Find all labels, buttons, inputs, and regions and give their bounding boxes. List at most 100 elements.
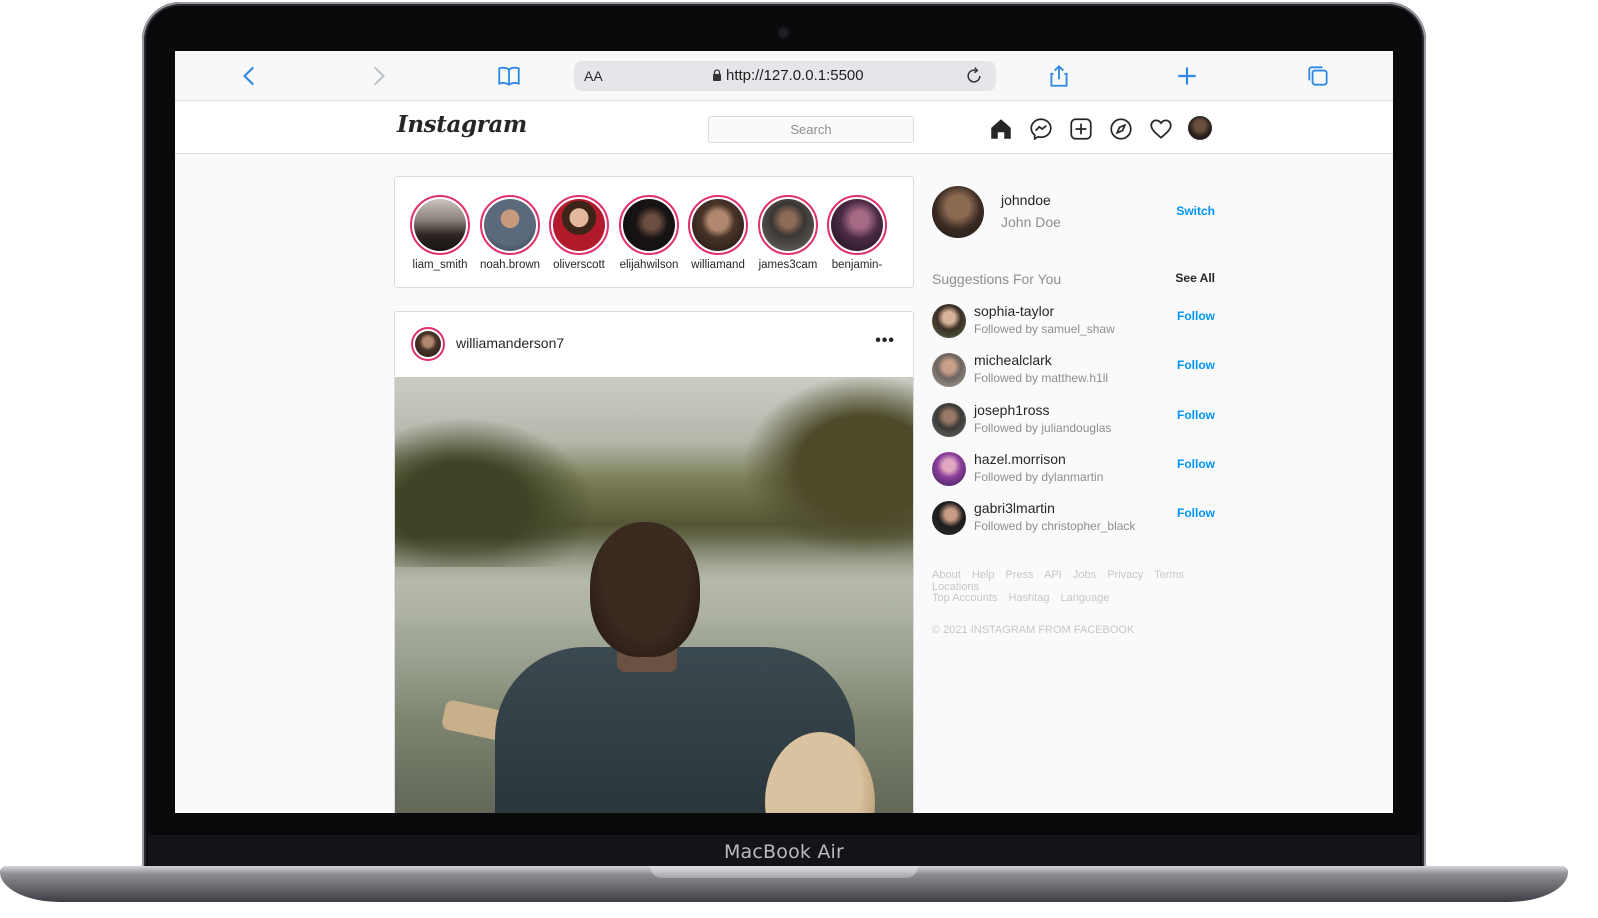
footer-link[interactable]: About — [932, 569, 961, 581]
follow-button[interactable]: Follow — [1177, 408, 1215, 422]
url-text: http://127.0.0.1:5500 — [726, 67, 864, 84]
story-item[interactable]: liam_smith — [409, 195, 471, 271]
suggestions-title: Suggestions For You — [932, 271, 1062, 287]
footer-links-row2: Top Accounts Hashtag Language — [932, 592, 1232, 604]
suggestion-username[interactable]: sophia-taylor — [974, 303, 1054, 319]
story-username: williamand — [691, 259, 745, 271]
suggestion-item: sophia-taylor Followed by samuel_shaw Fo… — [932, 302, 1222, 342]
webcam — [779, 28, 788, 37]
avatar — [623, 199, 675, 251]
footer-link[interactable]: Top Accounts — [932, 592, 997, 604]
tabs-overview-icon[interactable] — [1305, 63, 1331, 89]
story-ring — [549, 195, 609, 255]
story-username: james3cam — [758, 259, 818, 271]
suggestion-item: michealclark Followed by matthew.h1ll Fo… — [932, 351, 1222, 391]
story-item[interactable]: elijahwilson — [618, 195, 680, 271]
macbook-mockup: AA http://127.0.0.1:5500 Instagram Searc… — [0, 0, 1598, 918]
see-all-button[interactable]: See All — [1175, 271, 1215, 285]
messenger-icon[interactable] — [1028, 116, 1054, 142]
post-author-ring[interactable] — [411, 327, 445, 361]
profile-avatar[interactable] — [1188, 116, 1212, 140]
more-options-icon[interactable]: ••• — [875, 332, 895, 350]
avatar[interactable] — [932, 403, 966, 437]
new-post-icon[interactable] — [1068, 116, 1094, 142]
laptop-notch — [650, 866, 918, 878]
footer-link[interactable]: API — [1044, 569, 1062, 581]
footer-link[interactable]: Hashtag — [1009, 592, 1050, 604]
story-item[interactable]: james3cam — [757, 195, 819, 271]
story-item[interactable]: williamand — [687, 195, 749, 271]
story-username: noah.brown — [479, 259, 541, 271]
copyright: © 2021 INSTAGRAM FROM FACEBOOK — [932, 624, 1135, 636]
avatar — [414, 199, 466, 251]
suggestion-username[interactable]: gabri3lmartin — [974, 500, 1055, 516]
lock-icon — [713, 69, 721, 81]
footer-link[interactable]: Jobs — [1073, 569, 1096, 581]
follow-button[interactable]: Follow — [1177, 506, 1215, 520]
avatar[interactable] — [932, 452, 966, 486]
story-ring — [688, 195, 748, 255]
avatar[interactable] — [932, 353, 966, 387]
footer-link[interactable]: Press — [1006, 569, 1034, 581]
suggestion-followed-by: Followed by juliandouglas — [974, 421, 1112, 435]
story-ring — [758, 195, 818, 255]
suggestion-followed-by: Followed by samuel_shaw — [974, 322, 1115, 336]
suggestion-followed-by: Followed by christopher_black — [974, 519, 1136, 533]
story-username: oliverscott — [553, 259, 605, 271]
bookmarks-icon[interactable] — [496, 63, 522, 89]
footer-link[interactable]: Help — [972, 569, 995, 581]
story-username: benjamin- — [831, 259, 883, 271]
new-tab-icon[interactable] — [1174, 63, 1200, 89]
post-author-username[interactable]: williamanderson7 — [456, 335, 564, 351]
story-item[interactable]: oliverscott — [548, 195, 610, 271]
story-ring — [827, 195, 887, 255]
suggestion-username[interactable]: michealclark — [974, 352, 1052, 368]
follow-button[interactable]: Follow — [1177, 358, 1215, 372]
stories-tray: liam_smith noah.brown oliverscott elijah… — [394, 176, 914, 288]
suggestion-followed-by: Followed by dylanmartin — [974, 470, 1104, 484]
post-image[interactable] — [395, 377, 913, 813]
footer-link[interactable]: Terms — [1154, 569, 1184, 581]
url-field[interactable]: http://127.0.0.1:5500 — [712, 67, 864, 84]
nav-icons — [988, 116, 1212, 142]
screen: AA http://127.0.0.1:5500 Instagram Searc… — [175, 51, 1393, 813]
avatar[interactable] — [932, 186, 984, 238]
story-item[interactable]: noah.brown — [479, 195, 541, 271]
suggestion-item: gabri3lmartin Followed by christopher_bl… — [932, 499, 1222, 539]
back-icon[interactable] — [237, 63, 263, 89]
address-bar[interactable]: AA http://127.0.0.1:5500 — [574, 61, 996, 91]
instagram-navbar: Instagram Search — [175, 102, 1393, 154]
photo-trees-right — [745, 377, 913, 557]
device-label: MacBook Air — [723, 841, 845, 863]
suggestion-item: joseph1ross Followed by juliandouglas Fo… — [932, 401, 1222, 441]
suggestion-username[interactable]: joseph1ross — [974, 402, 1050, 418]
home-icon[interactable] — [988, 116, 1014, 142]
current-username[interactable]: johndoe — [1001, 192, 1051, 208]
instagram-logo[interactable]: Instagram — [397, 111, 527, 138]
story-item[interactable]: benjamin- — [826, 195, 888, 271]
current-user: johndoe John Doe Switch — [932, 186, 1222, 242]
avatar[interactable] — [932, 501, 966, 535]
explore-icon[interactable] — [1108, 116, 1134, 142]
switch-account-button[interactable]: Switch — [1176, 204, 1215, 218]
avatar — [831, 199, 883, 251]
suggestion-username[interactable]: hazel.morrison — [974, 451, 1066, 467]
forward-icon[interactable] — [365, 63, 391, 89]
suggestion-followed-by: Followed by matthew.h1ll — [974, 371, 1109, 385]
footer-link[interactable]: Privacy — [1107, 569, 1143, 581]
reload-icon[interactable] — [964, 66, 984, 86]
avatar — [484, 199, 536, 251]
avatar — [415, 331, 441, 357]
follow-button[interactable]: Follow — [1177, 309, 1215, 323]
footer-link[interactable]: Language — [1061, 592, 1110, 604]
story-ring — [410, 195, 470, 255]
reader-mode-button[interactable]: AA — [584, 68, 603, 84]
search-input[interactable]: Search — [708, 116, 914, 143]
story-ring — [480, 195, 540, 255]
photo-person-head — [590, 522, 700, 657]
current-full-name: John Doe — [1001, 214, 1061, 230]
avatar[interactable] — [932, 304, 966, 338]
share-icon[interactable] — [1046, 63, 1072, 89]
activity-heart-icon[interactable] — [1148, 116, 1174, 142]
follow-button[interactable]: Follow — [1177, 457, 1215, 471]
